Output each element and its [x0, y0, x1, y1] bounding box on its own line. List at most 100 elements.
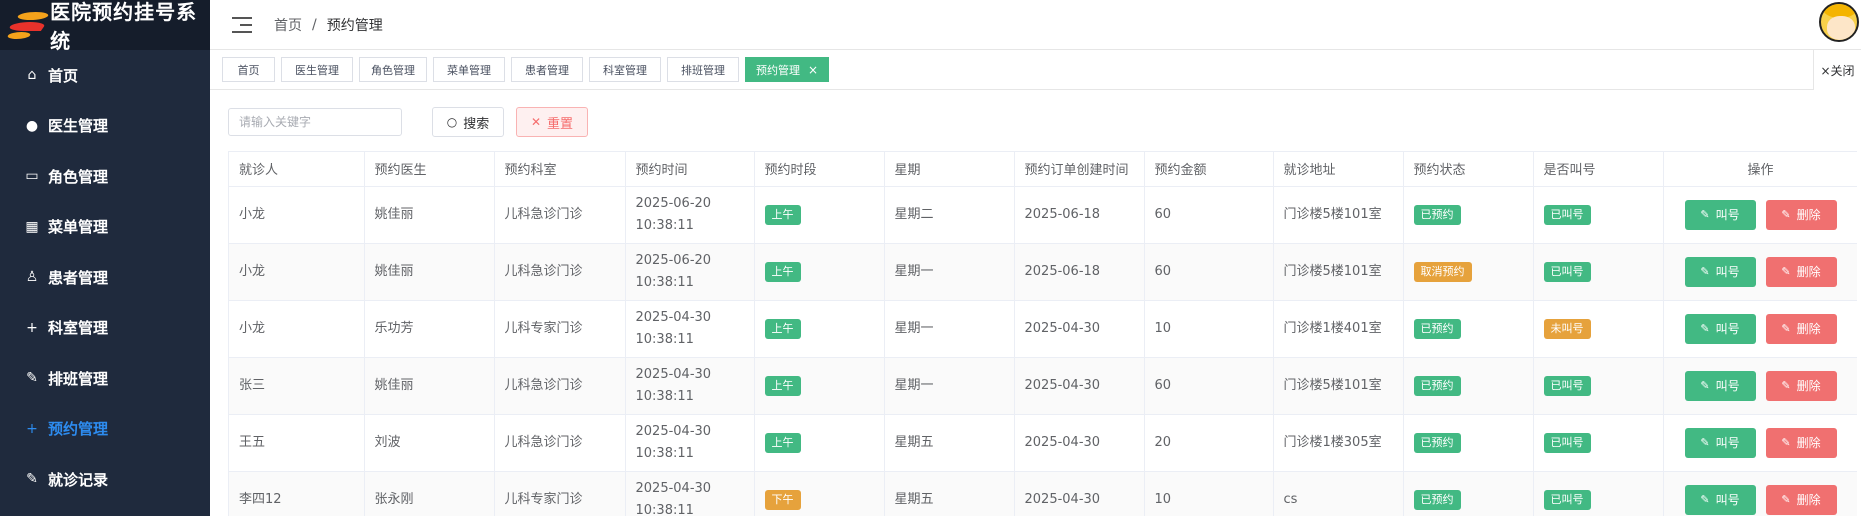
sidebar-item-2[interactable]: ▭ 角色管理: [0, 151, 210, 202]
edit-icon: ✎: [26, 370, 38, 387]
tab-label: 菜单管理: [447, 63, 491, 77]
tab-0[interactable]: 首页: [222, 57, 275, 82]
delete-button[interactable]: ✎ 删除: [1765, 484, 1837, 515]
status-badge: 已预约: [1413, 375, 1461, 396]
cell-called: 已叫号: [1533, 357, 1664, 415]
column-header: 预约时段: [754, 152, 885, 187]
called-badge: 未叫号: [1543, 318, 1591, 339]
call-button[interactable]: ✎ 叫号: [1684, 370, 1756, 401]
sidebar-item-0[interactable]: ⌂ 首页: [0, 50, 210, 101]
cell-created: 2025-04-30: [1014, 471, 1145, 516]
cell-period: 上午: [754, 243, 885, 301]
cell-dept: 儿科急诊门诊: [494, 186, 626, 244]
table-row: 李四12 张永刚 儿科专家门诊 2025-04-30 10:38:11 下午 星期五 202…: [229, 471, 1857, 516]
sidebar-item-label: 排班管理: [48, 369, 109, 388]
tab-5[interactable]: 科室管理: [589, 57, 661, 82]
cell-doctor: 张永刚: [364, 471, 495, 516]
cell-patient: 王五: [229, 414, 365, 472]
delete-button[interactable]: ✎ 删除: [1765, 427, 1837, 458]
call-button[interactable]: ✎ 叫号: [1684, 256, 1756, 287]
column-header: 是否叫号: [1533, 152, 1664, 187]
tab-label: 首页: [237, 63, 260, 77]
tab-4[interactable]: 患者管理: [511, 57, 583, 82]
sidebar-menu: ⌂ 首页 ● 医生管理 ▭ 角色管理 ▦ 菜单管理 ♙ 患者管理 + 科室管理 ✎ 排班管理 + 预约管理 ✎ 就…: [0, 50, 210, 505]
tab-2[interactable]: 角色管理: [359, 57, 427, 82]
cell-patient: 小龙: [229, 300, 365, 358]
column-header: 就诊地址: [1273, 152, 1404, 187]
avatar[interactable]: [1819, 2, 1859, 42]
search-input[interactable]: [228, 108, 402, 136]
call-button[interactable]: ✎ 叫号: [1684, 427, 1756, 458]
search-button[interactable]: ○ 搜索: [432, 107, 504, 137]
cell-doctor: 姚佳丽: [364, 186, 495, 244]
table-header-row: 就诊人 预约医生 预约科室 预约时间 预约时段 星期 预约订单创建时间 预约金额 就诊地址 预约状…: [229, 152, 1857, 187]
cell-called: 已叫号: [1533, 471, 1664, 516]
period-tag: 上午: [764, 432, 801, 453]
sidebar-item-7[interactable]: + 预约管理: [0, 404, 210, 455]
sidebar-item-label: 预约管理: [48, 420, 109, 439]
sidebar-item-1[interactable]: ● 医生管理: [0, 101, 210, 152]
cell-actions: ✎ 叫号 ✎ 删除: [1663, 243, 1857, 301]
call-button-label: 叫号: [1715, 264, 1740, 279]
sidebar-item-5[interactable]: + 科室管理: [0, 303, 210, 354]
cell-address: 门诊楼1楼401室: [1273, 300, 1404, 358]
cell-time: 2025-06-20 10:38:11: [625, 243, 755, 301]
cell-status: 已预约: [1403, 414, 1534, 472]
cell-dept: 儿科专家门诊: [494, 471, 626, 516]
sidebar-item-label: 科室管理: [48, 319, 109, 338]
cell-created: 2025-04-30: [1014, 357, 1145, 415]
column-header: 就诊人: [229, 152, 365, 187]
sidebar: 医院预约挂号系统 ⌂ 首页 ● 医生管理 ▭ 角色管理 ▦ 菜单管理 ♙ 患者管理 + 科室管理 ✎ 排班…: [0, 0, 210, 516]
breadcrumb-home[interactable]: 首页: [274, 15, 302, 35]
period-tag: 上午: [764, 204, 801, 225]
call-button[interactable]: ✎ 叫号: [1684, 484, 1756, 515]
tab-close-icon[interactable]: ×: [808, 63, 818, 77]
edit-icon: ✎: [26, 471, 38, 488]
cell-actions: ✎ 叫号 ✎ 删除: [1663, 300, 1857, 358]
sidebar-item-8[interactable]: ✎ 就诊记录: [0, 454, 210, 505]
delete-button[interactable]: ✎ 删除: [1765, 199, 1837, 230]
cell-period: 下午: [754, 471, 885, 516]
tab-3[interactable]: 菜单管理: [433, 57, 505, 82]
search-toolbar: ○ 搜索 ✕ 重置: [228, 107, 588, 137]
cell-weekday: 星期一: [884, 357, 1015, 415]
edit-icon: ✎: [1781, 378, 1791, 392]
cell-actions: ✎ 叫号 ✎ 删除: [1663, 414, 1857, 472]
edit-icon: ✎: [1700, 321, 1710, 335]
delete-button[interactable]: ✎ 删除: [1765, 256, 1837, 287]
plus-icon: +: [26, 319, 38, 336]
tab-7[interactable]: 预约管理 ×: [745, 57, 829, 82]
sidebar-item-6[interactable]: ✎ 排班管理: [0, 353, 210, 404]
tab-1[interactable]: 医生管理: [281, 57, 353, 82]
column-header: 操作: [1663, 152, 1857, 187]
cell-weekday: 星期一: [884, 243, 1015, 301]
call-button[interactable]: ✎ 叫号: [1684, 313, 1756, 344]
close-all-tabs-button[interactable]: ×关闭: [1813, 50, 1861, 90]
tab-bar: 首页 医生管理 角色管理 菜单管理 患者管理 科室管理 排班管理 预约管理 × ×关闭: [210, 50, 1861, 90]
delete-button-label: 删除: [1796, 492, 1821, 507]
edit-icon: ✎: [1700, 435, 1710, 449]
call-button-label: 叫号: [1715, 321, 1740, 336]
cell-status: 已预约: [1403, 471, 1534, 516]
cell-status: 已预约: [1403, 300, 1534, 358]
cell-amount: 10: [1144, 300, 1274, 358]
cell-created: 2025-06-18: [1014, 243, 1145, 301]
table-row: 张三 姚佳丽 儿科急诊门诊 2025-04-30 10:38:11 上午 星期一 2025-…: [229, 357, 1857, 415]
tab-label: 患者管理: [525, 63, 569, 77]
sidebar-item-3[interactable]: ▦ 菜单管理: [0, 202, 210, 253]
cell-dept: 儿科急诊门诊: [494, 414, 626, 472]
reset-button[interactable]: ✕ 重置: [516, 107, 588, 137]
home-icon: ⌂: [27, 67, 37, 84]
menu-toggle-icon[interactable]: [232, 16, 252, 33]
delete-button[interactable]: ✎ 删除: [1765, 370, 1837, 401]
edit-icon: ✎: [1700, 378, 1710, 392]
cell-time: 2025-04-30 10:38:11: [625, 414, 755, 472]
sidebar-item-4[interactable]: ♙ 患者管理: [0, 252, 210, 303]
call-button-label: 叫号: [1715, 378, 1740, 393]
call-button[interactable]: ✎ 叫号: [1684, 199, 1756, 230]
cell-created: 2025-06-18: [1014, 186, 1145, 244]
cell-amount: 60: [1144, 186, 1274, 244]
cell-actions: ✎ 叫号 ✎ 删除: [1663, 471, 1857, 516]
tab-6[interactable]: 排班管理: [667, 57, 739, 82]
delete-button[interactable]: ✎ 删除: [1765, 313, 1837, 344]
